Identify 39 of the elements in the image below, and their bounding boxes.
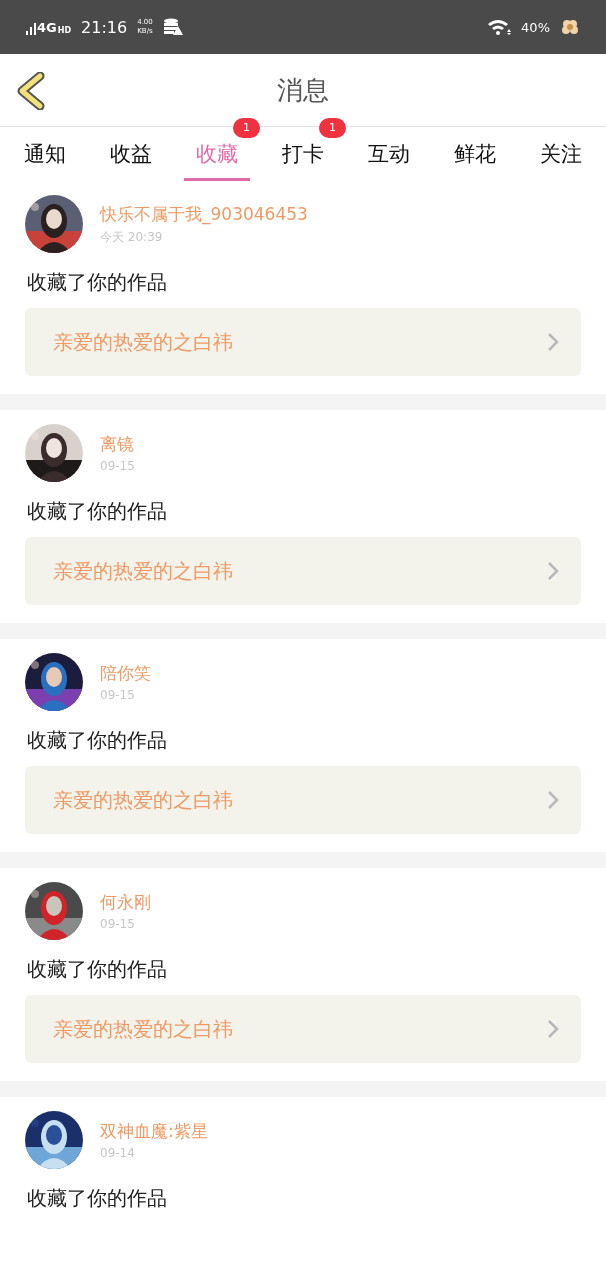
message-time: 09-15 <box>100 917 136 931</box>
chevron-right-icon <box>547 561 559 581</box>
count-badge: 1 <box>319 118 346 138</box>
database-warning-icon <box>162 18 183 36</box>
message-text: 收藏了你的作品 <box>27 498 168 525</box>
message-text: 收藏了你的作品 <box>27 1185 168 1212</box>
chevron-right-icon <box>547 332 559 352</box>
tab[interactable]: 互动 <box>356 127 422 181</box>
tab[interactable]: 通知 <box>12 127 78 181</box>
battery-percent: 40% <box>521 19 550 35</box>
tab[interactable]: 鲜花 <box>442 127 508 181</box>
user-name[interactable]: 何永刚 <box>100 891 151 914</box>
work-link[interactable]: 亲爱的热爱的之白祎 <box>25 537 581 605</box>
work-link[interactable]: 亲爱的热爱的之白祎 <box>25 995 581 1063</box>
message-text: 收藏了你的作品 <box>27 727 168 754</box>
wifi-icon <box>487 19 512 35</box>
work-link[interactable]: 亲爱的热爱的之白祎 <box>25 308 581 376</box>
user-name[interactable]: 双神血魔:紫星 <box>100 1120 208 1143</box>
message-text: 收藏了你的作品 <box>27 269 168 296</box>
tab[interactable]: 收益 <box>98 127 164 181</box>
chevron-right-icon <box>547 1019 559 1039</box>
message-time: 09-15 <box>100 688 136 702</box>
message-text: 收藏了你的作品 <box>27 956 168 983</box>
clock: 21:16 <box>81 17 128 37</box>
tab[interactable]: 关注 <box>528 127 594 181</box>
user-name[interactable]: 离镜 <box>100 433 135 456</box>
user-name[interactable]: 快乐不属于我_903046453 <box>100 202 308 226</box>
count-badge: 1 <box>233 118 260 138</box>
message-time: 09-15 <box>100 459 135 473</box>
chevron-right-icon <box>547 790 559 810</box>
user-name[interactable]: 陪你笑 <box>100 662 151 685</box>
network-type-label: HD <box>57 25 72 35</box>
network-label: 4G <box>37 19 57 35</box>
flower-icon <box>560 18 580 36</box>
back-icon[interactable] <box>16 72 46 110</box>
page-title: 消息 <box>277 73 329 107</box>
message-time: 09-14 <box>100 1146 136 1160</box>
work-link[interactable]: 亲爱的热爱的之白祎 <box>25 766 581 834</box>
signal-icon <box>26 22 36 35</box>
